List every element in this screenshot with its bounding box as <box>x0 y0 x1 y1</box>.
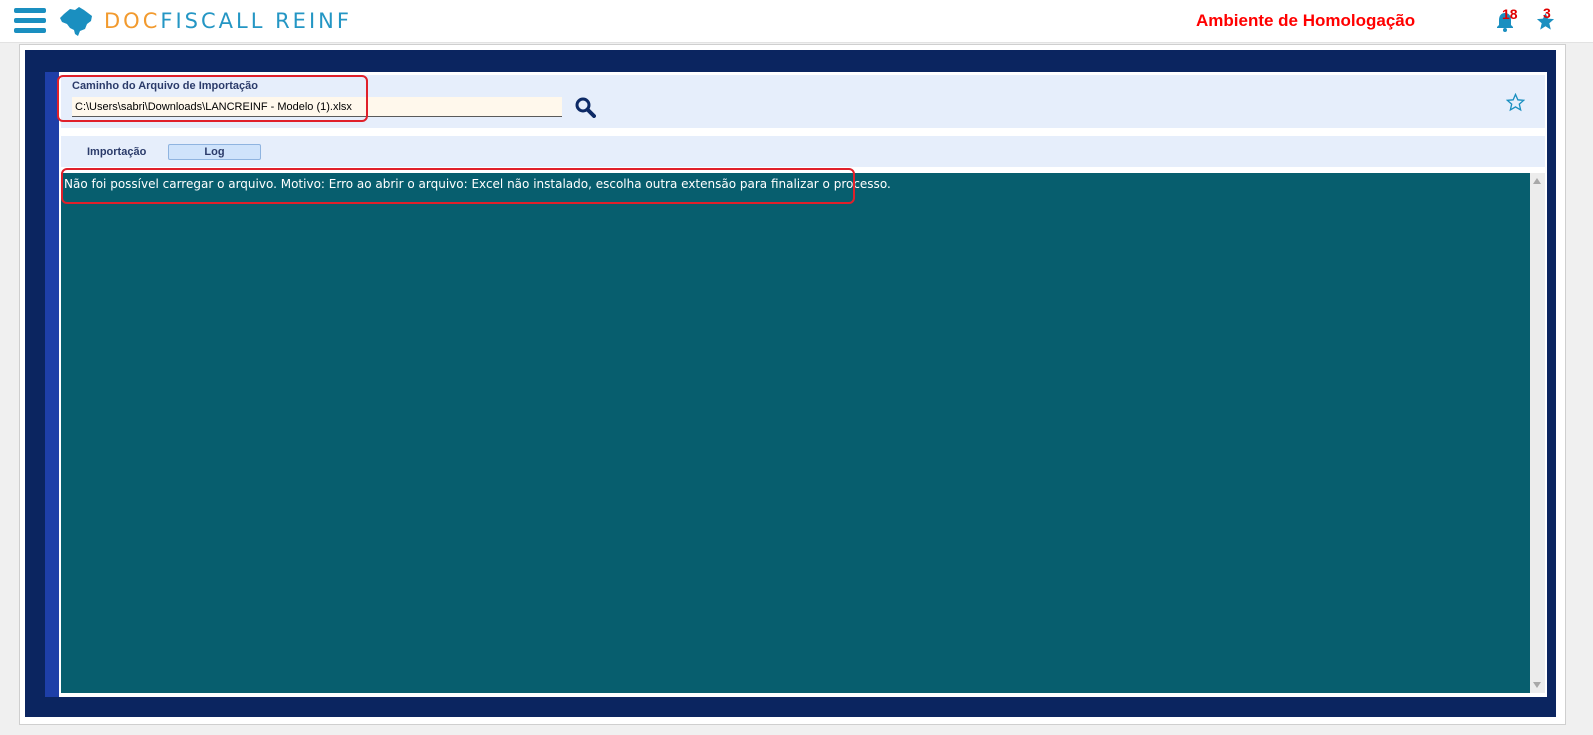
left-stripe <box>45 72 59 697</box>
scroll-down-icon[interactable] <box>1533 682 1541 688</box>
tab-bar <box>61 136 1545 167</box>
brand-part-doc: DOC <box>104 9 161 33</box>
scroll-up-icon[interactable] <box>1533 178 1541 184</box>
menu-icon[interactable] <box>14 8 46 34</box>
top-bar: DOCFISCALL REINF Ambiente de Homologação… <box>0 0 1593 43</box>
file-path-label: Caminho do Arquivo de Importação <box>72 80 258 92</box>
log-area[interactable] <box>61 173 1530 693</box>
magnifier-icon[interactable] <box>574 96 596 118</box>
brand-part-fiscall: FISCALL REINF <box>160 9 352 33</box>
brand-title: DOCFISCALL REINF <box>104 9 352 33</box>
tab-log[interactable]: Log <box>168 144 261 160</box>
notification-count: 18 <box>1502 6 1518 22</box>
environment-label: Ambiente de Homologação <box>1196 11 1416 30</box>
favorites-count: 3 <box>1543 5 1551 21</box>
log-scrollbar[interactable] <box>1530 173 1545 693</box>
brazil-map-logo <box>60 7 92 36</box>
star-outline-icon[interactable] <box>1506 93 1525 112</box>
file-path-input[interactable] <box>72 97 562 117</box>
log-message: Não foi possível carregar o arquivo. Mot… <box>64 177 891 191</box>
tab-importacao[interactable]: Importação <box>87 146 146 158</box>
